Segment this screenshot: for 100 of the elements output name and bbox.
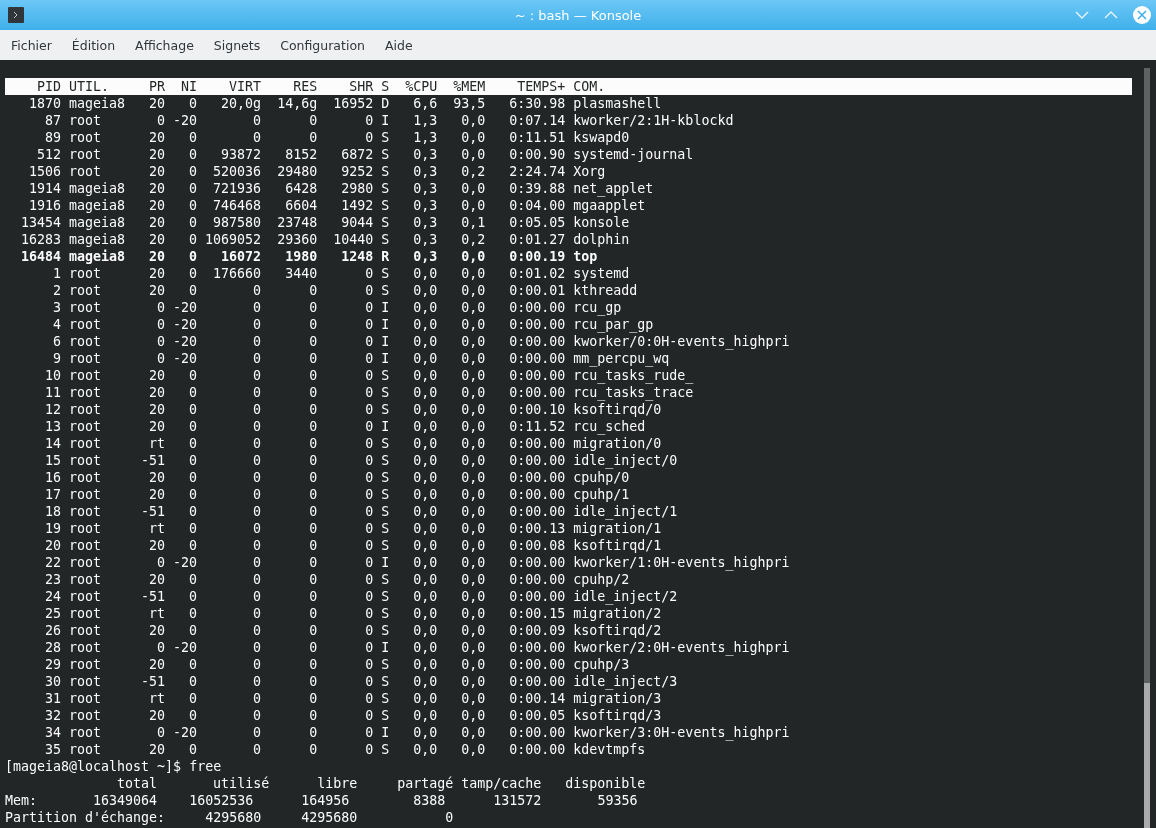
table-cell-text: 0	[252, 622, 262, 639]
table-cell-text: 0	[308, 316, 318, 333]
table-cell-text: 3	[52, 299, 62, 316]
table-cell-text: 0	[252, 282, 262, 299]
table-cell-text: 0	[156, 350, 166, 367]
table-cell-text: 20	[44, 537, 62, 554]
table-cell-text: rt	[148, 605, 166, 622]
table-cell-text: 0	[308, 571, 318, 588]
table-cell-text: 0	[364, 656, 374, 673]
column-header: COM.	[573, 78, 606, 95]
table-cell: kthreadd	[573, 282, 638, 299]
table-cell-text: 0:00.00	[508, 741, 566, 758]
table-cell: S	[381, 129, 390, 146]
table-cell-text: 19	[44, 520, 62, 537]
table-cell-text: 13	[44, 418, 62, 435]
table-cell: I	[381, 112, 390, 129]
table-cell-text: 0	[188, 469, 198, 486]
table-cell: I	[381, 554, 390, 571]
table-cell-text: root	[69, 367, 103, 384]
table-cell-text: 0:39.88	[508, 180, 566, 197]
table-cell-text: root	[69, 452, 103, 469]
table-cell-text: 0	[252, 571, 262, 588]
table-cell-text: 0:00.00	[508, 554, 566, 571]
table-cell-text: 0,0	[412, 520, 438, 537]
table-cell-text: 16349064	[92, 792, 158, 809]
table-cell-text: 0,0	[412, 622, 438, 639]
table-cell-text: 0:00.00	[508, 486, 566, 503]
table-cell-text: root	[69, 384, 103, 401]
table-cell: S	[381, 707, 390, 724]
table-cell-text: 14,6g	[276, 95, 318, 112]
table-cell-text: 0,0	[460, 741, 486, 758]
table-cell: top	[573, 248, 598, 265]
table-cell: S	[381, 605, 390, 622]
table-cell-text: 0,0	[460, 197, 486, 214]
table-cell-text: 0	[252, 741, 262, 758]
table-cell-text: root	[69, 129, 103, 146]
table-cell: kworker/1:0H-events_highpri	[573, 554, 790, 571]
table-cell-text: 0,0	[460, 299, 486, 316]
table-cell: ksoftirqd/3	[573, 707, 662, 724]
menu-item[interactable]: Affichage	[135, 37, 194, 53]
close-icon[interactable]	[1133, 6, 1151, 24]
table-cell-text: 0	[364, 622, 374, 639]
table-cell-text: root	[69, 622, 103, 639]
table-cell-text: 0	[364, 639, 374, 656]
table-cell-text: -51	[140, 452, 166, 469]
table-cell: S	[381, 214, 390, 231]
table-cell-text: 0,0	[460, 265, 486, 282]
table-cell-text: root	[69, 707, 103, 724]
table-cell-text: 0:00.00	[508, 333, 566, 350]
table-cell-text: 16283	[20, 231, 62, 248]
terminal-prompt: [mageia8@localhost ~]$	[5, 758, 182, 775]
table-cell-text: 0	[252, 316, 262, 333]
table-cell-text: 0	[188, 486, 198, 503]
table-cell-text: 0,0	[460, 469, 486, 486]
table-cell-text: 0	[364, 282, 374, 299]
table-cell-text: 0	[308, 350, 318, 367]
table-cell-text: 59356	[596, 792, 638, 809]
table-cell: S	[381, 690, 390, 707]
table-cell-text: 0	[308, 333, 318, 350]
table-cell-text: 0	[188, 265, 198, 282]
table-cell-text: root	[69, 163, 103, 180]
menu-item[interactable]: Fichier	[11, 37, 52, 53]
menu-item[interactable]: Signets	[213, 37, 261, 53]
table-cell-text: 20	[148, 571, 166, 588]
table-cell: I	[381, 333, 390, 350]
table-cell-text: 0	[364, 333, 374, 350]
minimize-icon[interactable]	[1075, 10, 1089, 20]
table-cell-text: 16484	[20, 248, 62, 265]
table-cell-text: 0:00.15	[508, 605, 566, 622]
table-cell-text: 0	[308, 384, 318, 401]
table-cell-text: 0	[308, 605, 318, 622]
table-cell-text: 0,0	[460, 707, 486, 724]
table-cell-text: root	[69, 486, 103, 503]
table-cell-text: 0	[188, 656, 198, 673]
maximize-icon[interactable]	[1104, 10, 1118, 20]
table-cell-text: 0,0	[412, 690, 438, 707]
table-cell-text: 0	[252, 418, 262, 435]
table-cell-text: 0	[364, 452, 374, 469]
table-cell: idle_inject/1	[573, 503, 678, 520]
menu-item[interactable]: Aide	[385, 37, 413, 53]
table-cell-text: root	[69, 690, 103, 707]
menu-item[interactable]: Édition	[71, 37, 116, 53]
column-header: S	[381, 78, 390, 95]
table-cell-text: 0:00.13	[508, 520, 566, 537]
table-cell: kworker/2:0H-events_highpri	[573, 639, 790, 656]
table-cell: S	[381, 656, 390, 673]
table-cell-text: 6872	[340, 146, 374, 163]
table-cell-text: 0,0	[412, 673, 438, 690]
table-cell-text: 0	[364, 265, 374, 282]
scrollbar[interactable]	[1144, 68, 1150, 828]
table-cell-text: 0	[252, 384, 262, 401]
table-cell-text: root	[69, 282, 103, 299]
table-cell-text: 0:00.05	[508, 707, 566, 724]
table-cell: cpuhp/1	[573, 486, 630, 503]
table-cell: I	[381, 350, 390, 367]
table-cell-text: 20	[148, 469, 166, 486]
menu-item[interactable]: Configuration	[280, 37, 365, 53]
table-cell-text: 0	[252, 690, 262, 707]
table-cell-text: 0	[188, 435, 198, 452]
table-cell-text: 4295680	[300, 809, 358, 826]
